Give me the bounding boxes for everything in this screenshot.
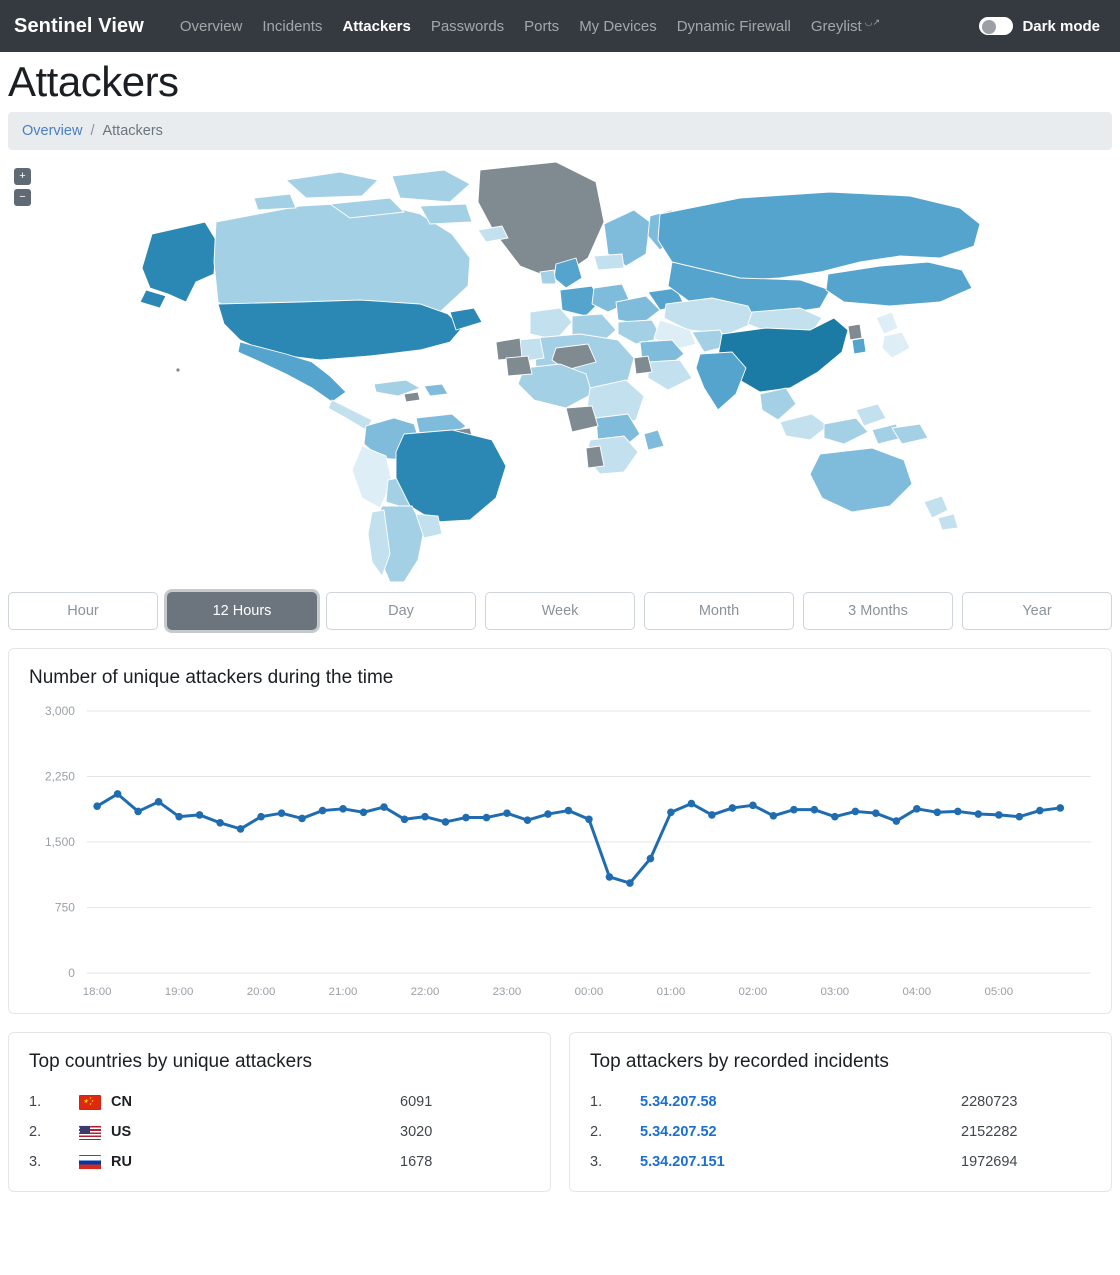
list-item[interactable]: 2. 5.34.207.52 2152282 [590,1117,1091,1147]
svg-text:00:00: 00:00 [575,986,604,998]
svg-text:01:00: 01:00 [657,986,686,998]
time-range-tabs: Hour 12 Hours Day Week Month 3 Months Ye… [0,592,1120,631]
range-tab-month[interactable]: Month [644,592,794,631]
country-count: 3020 [400,1124,433,1141]
svg-text:21:00: 21:00 [329,986,358,998]
range-tab-year[interactable]: Year [962,592,1112,631]
nav-item-passwords[interactable]: Passwords [421,12,514,41]
list-item[interactable]: 1. ★ ★ ★ ★ CN 6091 [29,1087,530,1117]
rank-number: 3. [29,1154,42,1171]
incident-count: 2280723 [961,1094,1018,1111]
country-cell: US [79,1124,400,1140]
top-countries-card: Top countries by unique attackers 1. ★ ★ ★… [8,1032,551,1193]
range-tab-day[interactable]: Day [326,592,476,631]
map-zoom-in-button[interactable]: + [14,168,31,186]
toggle-knob [982,20,997,34]
range-tab-week[interactable]: Week [485,592,635,631]
attacker-ip-link[interactable]: 5.34.207.151 [640,1154,725,1170]
attacker-cell: 5.34.207.52 [640,1124,961,1140]
nav-item-greylist-label: Greylist [810,18,862,35]
list-item[interactable]: 3. 5.34.207.151 1972694 [590,1147,1091,1177]
svg-text:1,500: 1,500 [45,835,75,849]
flag-ru-icon [79,1154,101,1170]
top-countries-title: Top countries by unique attackers [29,1051,313,1073]
flag-us-icon [79,1124,101,1140]
nav-links: Overview Incidents Attackers Passwords P… [170,11,890,41]
map-svg [139,162,981,583]
nav-item-dynamic-firewall[interactable]: Dynamic Firewall [667,12,801,41]
country-count: 1678 [400,1154,433,1171]
svg-text:03:00: 03:00 [821,986,850,998]
breadcrumb-item-current: Attackers [102,123,163,140]
map-zoom-controls: + − [14,168,31,207]
line-chart-svg: 0 750 1,500 2,250 3,000 18:00 19:00 20:00 21:00 2… [45,704,1092,998]
svg-text:05:00: 05:00 [984,986,1013,998]
dark-mode-toggle[interactable] [979,17,1014,35]
range-tab-12-hours[interactable]: 12 Hours [167,592,317,631]
top-attackers-title: Top attackers by recorded incidents [590,1051,889,1073]
svg-text:0: 0 [68,966,75,980]
rank-number: 1. [590,1094,603,1111]
incident-count: 1972694 [961,1154,1018,1171]
external-link-icon: ◡↗ [864,17,881,27]
nav-item-incidents[interactable]: Incidents [252,12,332,41]
list-item[interactable]: 1. 5.34.207.58 2280723 [590,1087,1091,1117]
svg-text:22:00: 22:00 [411,986,440,998]
range-tab-3-months[interactable]: 3 Months [803,592,953,631]
country-code: US [111,1124,132,1141]
breadcrumb-separator: / [90,123,95,140]
chart-area[interactable]: 0 750 1,500 2,250 3,000 18:00 19:00 20:00 21:00 2… [9,689,1111,1013]
country-code: CN [111,1094,132,1111]
list-item[interactable]: 2. US 3020 [29,1117,530,1147]
svg-text:2,250: 2,250 [45,770,75,784]
svg-text:18:00: 18:00 [83,986,112,998]
nav-item-greylist[interactable]: Greylist ◡↗ [801,11,890,41]
top-navbar: Sentinel View Overview Incidents Attacke… [0,0,1120,52]
svg-text:19:00: 19:00 [165,986,194,998]
page-title: Attackers [8,58,179,105]
attacker-ip-link[interactable]: 5.34.207.58 [640,1094,717,1110]
svg-text:20:00: 20:00 [247,986,276,998]
svg-text:23:00: 23:00 [493,986,522,998]
svg-text:04:00: 04:00 [902,986,931,998]
svg-text:3,000: 3,000 [45,704,75,718]
brand-logo[interactable]: Sentinel View [14,15,144,38]
top-attackers-card: Top attackers by recorded incidents 1. 5… [569,1032,1112,1193]
country-count: 6091 [400,1094,433,1111]
country-code: RU [111,1154,132,1171]
world-attack-map[interactable]: + − [0,162,1120,583]
attacker-cell: 5.34.207.58 [640,1094,961,1110]
range-tab-hour[interactable]: Hour [8,592,158,631]
rank-number: 1. [29,1094,42,1111]
dark-mode-control: Dark mode [979,17,1106,35]
attacker-ip-link[interactable]: 5.34.207.52 [640,1124,717,1140]
incident-count: 2152282 [961,1124,1018,1141]
attacker-cell: 5.34.207.151 [640,1154,961,1170]
map-zoom-out-button[interactable]: − [14,189,31,207]
nav-item-attackers[interactable]: Attackers [332,12,420,41]
breadcrumb-item-overview[interactable]: Overview [22,123,82,139]
country-cell: ★ ★ ★ ★ CN [79,1094,400,1110]
country-cell: RU [79,1154,400,1170]
chart-title: Number of unique attackers during the ti… [29,667,394,689]
rank-number: 2. [590,1124,603,1141]
breadcrumb: Overview / Attackers [8,112,1112,151]
nav-item-my-devices[interactable]: My Devices [569,12,667,41]
svg-text:750: 750 [55,901,75,915]
nav-item-ports[interactable]: Ports [514,12,569,41]
list-item[interactable]: 3. RU 1678 [29,1147,530,1177]
rank-number: 3. [590,1154,603,1171]
bottom-cards-row: Top countries by unique attackers 1. ★ ★ ★… [0,1032,1120,1193]
rank-number: 2. [29,1124,42,1141]
nav-item-overview[interactable]: Overview [170,12,253,41]
unique-attackers-chart-card: Number of unique attackers during the ti… [8,648,1112,1015]
flag-cn-icon: ★ ★ ★ ★ [79,1094,101,1110]
svg-text:02:00: 02:00 [739,986,768,998]
dark-mode-label: Dark mode [1022,17,1100,35]
